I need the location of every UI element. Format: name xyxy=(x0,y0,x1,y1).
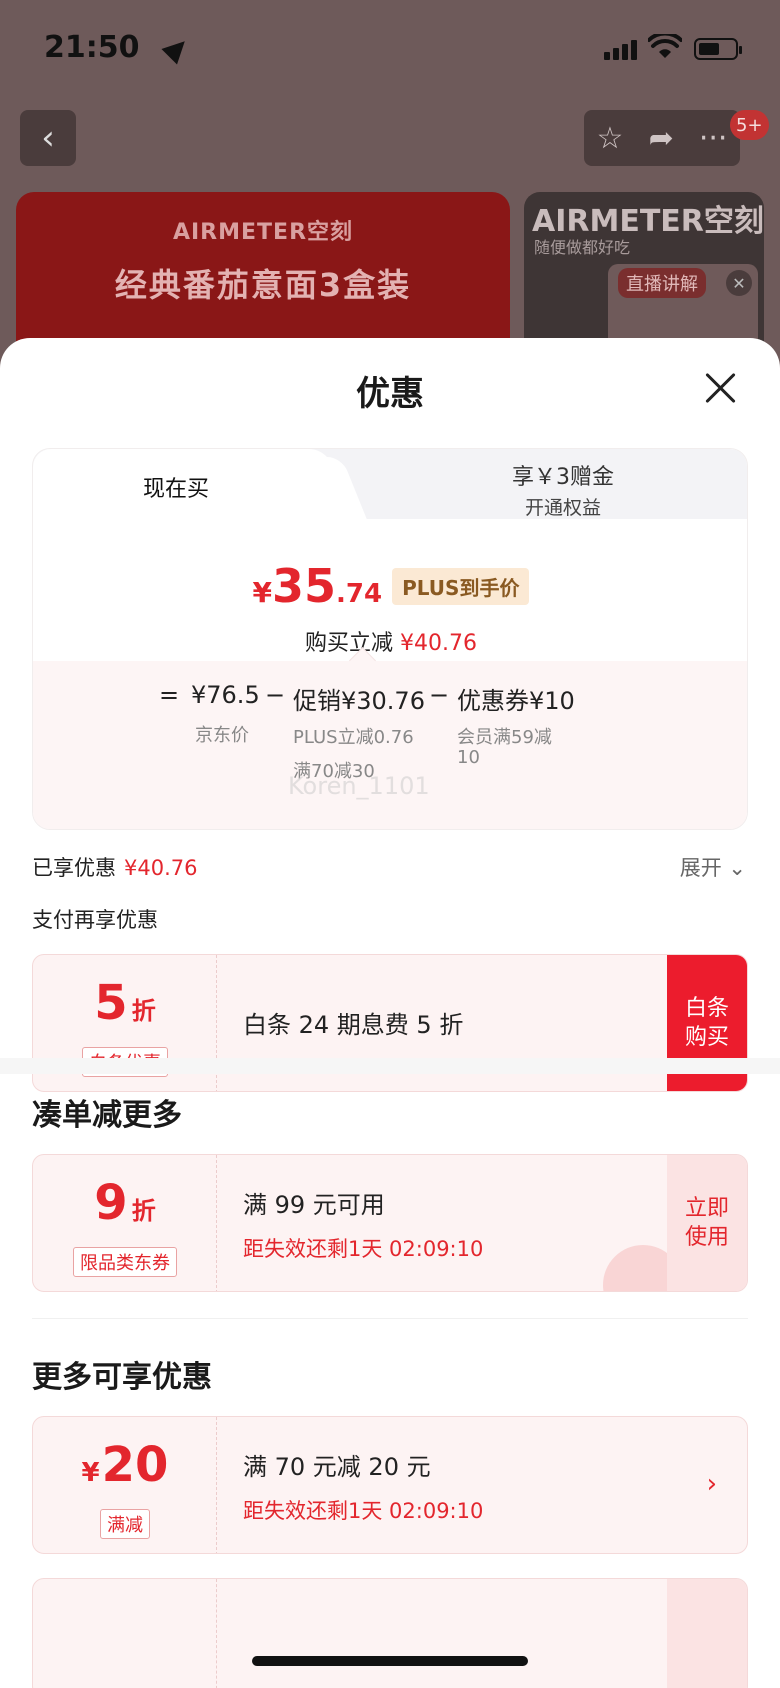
promo-amount: 促销¥30.76 xyxy=(293,687,425,715)
coupon-description: 白条 24 期息费 5 折 xyxy=(243,1011,464,1039)
plus-price-tag: PLUS到手价 xyxy=(392,567,530,605)
chevron-right-icon[interactable]: › xyxy=(707,1469,717,1499)
back-button[interactable]: ‹ xyxy=(20,110,76,166)
expand-button[interactable]: 展开 ⌄ xyxy=(680,852,746,882)
reduce-amount: ¥40.76 xyxy=(400,631,477,656)
more-icon[interactable]: ··· xyxy=(699,121,728,156)
jd-price: ¥76.5 xyxy=(191,681,260,709)
share-icon[interactable]: ➦ xyxy=(649,121,674,156)
coupon-tag: 满减 xyxy=(33,1509,217,1539)
coupon-value-area xyxy=(33,1579,217,1688)
coupon-value-unit: 折 xyxy=(131,997,156,1025)
product-banner[interactable]: AIRMETER空刻 经典番茄意面3盒装 xyxy=(16,192,510,362)
coupon-value-area: 9折 限品类东券 xyxy=(33,1155,217,1291)
thin-divider xyxy=(32,1318,748,1319)
minus-sign-2: − xyxy=(429,681,450,709)
partial-action xyxy=(667,1579,747,1688)
price-symbol: ¥ xyxy=(252,576,273,609)
minus-sign-1: − xyxy=(265,681,286,709)
price-decimal: .74 xyxy=(336,579,383,609)
home-indicator xyxy=(252,1656,528,1666)
tab-strip: 现在买 享￥3赠金 开通权益 xyxy=(33,449,747,521)
expand-label: 展开 xyxy=(679,856,722,880)
tab-plus-benefit[interactable]: 享￥3赠金 开通权益 xyxy=(393,459,733,520)
discount-sheet: 优惠 现在买 享￥3赠金 开通权益 ¥ 35 .74 PLUS到手价 购买立减 … xyxy=(0,338,780,1688)
notification-badge: 5+ xyxy=(730,110,769,140)
chevron-left-icon: ‹ xyxy=(41,118,55,158)
coupon-value-number: 9 xyxy=(94,1175,128,1231)
promo-detail-1: PLUS立减0.76 xyxy=(293,727,414,748)
discount-coupon[interactable]: ¥20 满减 满 70 元减 20 元 距失效还剩1天 02:09:10 › xyxy=(32,1416,748,1554)
price-integer: 35 xyxy=(272,559,337,613)
banner-brand: AIRMETER空刻 xyxy=(172,220,354,245)
reduce-label: 购买立减 xyxy=(305,631,394,656)
coupon-value-area: ¥20 满减 xyxy=(33,1417,217,1553)
coupon-amount: 优惠券¥10 xyxy=(457,687,575,715)
pay-more-label: 支付再享优惠 xyxy=(32,908,158,932)
category-coupon: 9折 限品类东券 满 99 元可用 距失效还剩1天 02:09:10 立即使用 xyxy=(32,1154,748,1292)
close-button[interactable] xyxy=(700,368,740,408)
chevron-down-icon: ⌄ xyxy=(728,856,746,880)
coupon-description: 满 70 元减 20 元 xyxy=(243,1453,431,1481)
tab-plus-line1: 享￥3赠金 xyxy=(512,465,614,490)
coupon-value: 9折 xyxy=(33,1175,217,1231)
coupon-tag: 限品类东券 xyxy=(33,1247,217,1277)
coupon-expiry: 距失效还剩1天 02:09:10 xyxy=(243,1237,484,1261)
price-breakdown: = ¥76.5 京东价 − 促销¥30.76 PLUS立减0.76 满70减30… xyxy=(33,661,747,829)
use-now-button[interactable]: 立即 使用 xyxy=(667,1155,747,1291)
jd-price-label: 京东价 xyxy=(195,725,249,746)
enjoyed-amount: ¥40.76 xyxy=(124,856,198,880)
section-title-extra: 更多可享优惠 xyxy=(32,1360,212,1395)
battery-icon xyxy=(694,38,742,60)
coupon-detail-1: 会员满59减 xyxy=(457,727,552,748)
coupon-currency: ¥ xyxy=(81,1458,100,1488)
status-bar: 21:50 xyxy=(0,0,780,100)
action-line-2: 使用 xyxy=(684,1225,729,1250)
side-subtitle: 随便做都好吃 xyxy=(534,238,631,257)
sheet-title: 优惠 xyxy=(356,374,424,414)
enjoyed-discount: 已享优惠 ¥40.76 xyxy=(32,852,197,882)
cellular-signal-icon xyxy=(604,38,640,60)
wifi-icon xyxy=(648,34,682,58)
close-icon[interactable]: ✕ xyxy=(726,270,752,296)
location-arrow-icon xyxy=(161,33,193,65)
reduce-row: 购买立减 ¥40.76 xyxy=(33,625,747,657)
coupon-value-number: 20 xyxy=(101,1437,169,1493)
star-icon[interactable]: ☆ xyxy=(597,121,624,156)
tab-plus-line2: 开通权益 xyxy=(524,497,601,519)
banner-title: 经典番茄意面3盒装 xyxy=(114,266,412,304)
action-line-1: 立即 xyxy=(684,1196,729,1222)
equals-sign: = xyxy=(159,681,180,709)
coupon-value-number: 5 xyxy=(94,975,128,1031)
top-action-bar: ☆ ➦ ··· xyxy=(584,110,740,166)
watermark: Koren_1101 xyxy=(288,772,430,800)
coupon-description: 满 99 元可用 xyxy=(243,1191,385,1219)
next-coupon-partial xyxy=(32,1578,748,1688)
coupon-expiry: 距失效还剩1天 02:09:10 xyxy=(243,1499,484,1523)
coupon-tag-text: 限品类东券 xyxy=(73,1247,177,1277)
section-title-more: 凑单减更多 xyxy=(32,1098,182,1133)
action-line-1: 白条 xyxy=(684,996,729,1022)
live-tag: 直播讲解 xyxy=(618,268,706,298)
final-price: ¥ 35 .74 PLUS到手价 xyxy=(33,559,747,613)
coupon-detail-2: 10 xyxy=(457,747,480,768)
side-banner[interactable]: AIRMETER空刻 随便做都好吃 直播讲解 ✕ xyxy=(524,192,764,362)
coupon-tag-text: 满减 xyxy=(100,1509,150,1539)
coupon-value-unit: 折 xyxy=(131,1197,156,1225)
section-divider xyxy=(0,1058,780,1074)
coupon-value: 5折 xyxy=(33,975,217,1031)
coupon-value: ¥20 xyxy=(33,1437,217,1493)
status-time: 21:50 xyxy=(44,30,140,65)
enjoyed-label: 已享优惠 xyxy=(32,856,116,880)
action-line-2: 购买 xyxy=(684,1025,729,1050)
tab-buy-now[interactable]: 现在买 xyxy=(33,471,319,503)
